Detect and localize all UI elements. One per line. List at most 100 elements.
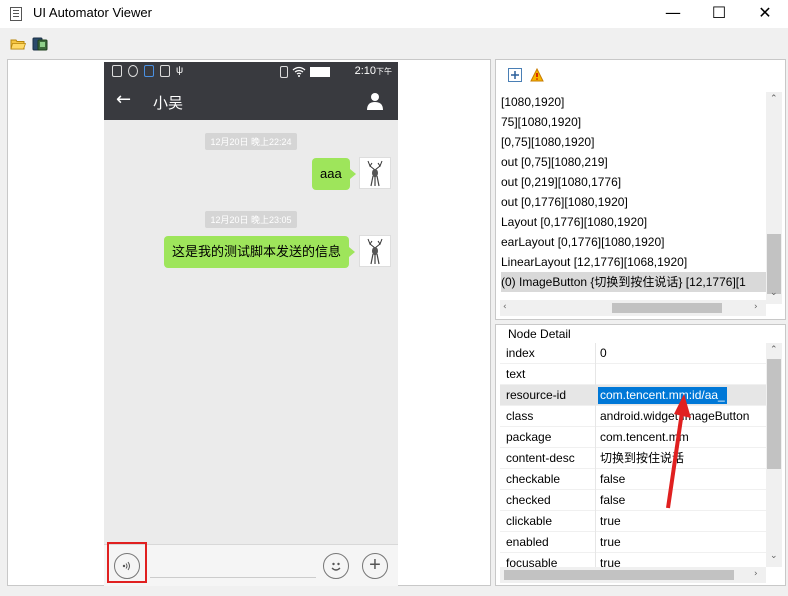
column-divider: [595, 427, 596, 448]
table-row-selected[interactable]: resource-id com.tencent.mm:id/aa_: [500, 385, 767, 406]
app-icon: [10, 7, 22, 21]
scrollbar-thumb[interactable]: [767, 359, 781, 469]
table-row[interactable]: package com.tencent.mm: [500, 427, 767, 448]
device-screenshot-icon[interactable]: [32, 37, 48, 51]
plus-button[interactable]: +: [362, 553, 388, 579]
property-name: checked: [506, 493, 551, 507]
app-notify-icon: [144, 65, 154, 77]
timestamp-label: 12月20日 晚上23:05: [205, 211, 297, 228]
tree-node-selected[interactable]: (0) ImageButton {切换到按住说话} [12,1776][1: [501, 272, 766, 292]
main-toolbar: [0, 33, 788, 55]
scrollbar-thumb[interactable]: [767, 234, 781, 294]
property-name: text: [506, 367, 526, 381]
scroll-right-icon[interactable]: ›: [754, 569, 758, 579]
table-row[interactable]: text: [500, 364, 767, 385]
chat-header: ← 小吴: [104, 82, 398, 120]
battery-icon: [310, 67, 330, 77]
message-timestamp: 12月20日 晚上22:24: [104, 133, 398, 150]
minimize-button[interactable]: —: [650, 0, 696, 28]
column-divider: [595, 406, 596, 427]
table-row[interactable]: index 0: [500, 343, 767, 364]
status-time-value: 2:10: [354, 65, 376, 77]
scroll-down-icon[interactable]: ⌄: [770, 551, 778, 561]
chat-input-bar: +: [104, 544, 398, 586]
scroll-right-icon[interactable]: ›: [754, 302, 758, 312]
hierarchy-panel: [1080,1920] 75][1080,1920] [0,75][1080,1…: [495, 59, 786, 320]
message-bubble[interactable]: 这是我的测试脚本发送的信息: [164, 236, 356, 268]
detail-horizontal-scrollbar[interactable]: ›: [500, 567, 766, 583]
message-input[interactable]: [150, 577, 316, 578]
property-name: index: [506, 346, 535, 360]
scroll-up-icon[interactable]: ⌃: [770, 345, 778, 355]
column-divider: [595, 385, 596, 406]
annotation-highlight-box: [107, 542, 147, 583]
maximize-button[interactable]: ☐: [696, 0, 742, 28]
avatar[interactable]: [359, 235, 391, 267]
column-divider: [595, 448, 596, 469]
detail-vertical-scrollbar[interactable]: ⌃ ⌄: [766, 343, 782, 567]
deer-avatar-icon: [367, 160, 383, 187]
notification-icon: [112, 65, 122, 77]
property-value[interactable]: true: [600, 511, 621, 532]
tree-node[interactable]: 75][1080,1920]: [501, 112, 581, 132]
tree-node[interactable]: [0,75][1080,1920]: [501, 132, 594, 152]
tree-node[interactable]: out [0,75][1080,219]: [501, 152, 608, 172]
expand-all-icon[interactable]: [508, 68, 522, 82]
scrollbar-thumb[interactable]: [612, 303, 722, 313]
property-name: package: [506, 430, 552, 444]
status-right-icons: [280, 66, 330, 78]
table-row[interactable]: clickable true: [500, 511, 767, 532]
annotation-arrow: [666, 394, 691, 509]
tree-node[interactable]: [1080,1920]: [501, 92, 564, 112]
scroll-down-icon[interactable]: ⌄: [770, 288, 778, 298]
person-icon[interactable]: [366, 92, 384, 110]
property-value[interactable]: true: [600, 532, 621, 553]
tree-horizontal-scrollbar[interactable]: ‹ ›: [500, 300, 766, 316]
property-value[interactable]: 0: [600, 343, 607, 364]
column-divider: [595, 511, 596, 532]
tree-node[interactable]: earLayout [0,1776][1080,1920]: [501, 232, 664, 252]
table-row[interactable]: class android.widget.ImageButton: [500, 406, 767, 427]
warning-icon[interactable]: [530, 68, 544, 82]
close-button[interactable]: ✕: [742, 0, 788, 28]
back-arrow-icon[interactable]: ←: [116, 89, 131, 110]
tree-node[interactable]: LinearLayout [12,1776][1068,1920]: [501, 252, 687, 272]
property-value[interactable]: false: [600, 469, 625, 490]
tree-vertical-scrollbar[interactable]: ⌃ ⌄: [766, 92, 782, 304]
scroll-up-icon[interactable]: ⌃: [770, 94, 778, 104]
property-name: content-desc: [506, 451, 575, 465]
hierarchy-tree[interactable]: [1080,1920] 75][1080,1920] [0,75][1080,1…: [500, 92, 766, 304]
message-bubble[interactable]: aaa: [312, 158, 356, 190]
emoji-button[interactable]: [323, 553, 349, 579]
deer-avatar-icon: [367, 238, 383, 265]
app-window: UI Automator Viewer — ☐ ✕ ψ 2:10下午 ← 小吴 …: [0, 0, 788, 596]
avatar[interactable]: [359, 157, 391, 189]
plus-icon: +: [369, 554, 381, 576]
folder-open-icon[interactable]: [10, 37, 26, 51]
table-row[interactable]: content-desc 切换到按住说话: [500, 448, 767, 469]
table-row[interactable]: checkable false: [500, 469, 767, 490]
tree-node[interactable]: out [0,219][1080,1776]: [501, 172, 621, 192]
property-value[interactable]: false: [600, 490, 625, 511]
chat-contact-name: 小吴: [153, 95, 184, 112]
table-row[interactable]: focusable true: [500, 553, 767, 567]
property-value[interactable]: true: [600, 553, 621, 567]
scrollbar-thumb[interactable]: [504, 570, 734, 580]
property-name: clickable: [506, 514, 553, 528]
table-row[interactable]: checked false: [500, 490, 767, 511]
property-name: checkable: [506, 472, 561, 486]
wifi-icon: [292, 66, 306, 77]
table-row[interactable]: enabled true: [500, 532, 767, 553]
status-time: 2:10下午: [355, 65, 392, 77]
column-divider: [595, 553, 596, 567]
tree-node[interactable]: Layout [0,1776][1080,1920]: [501, 212, 647, 232]
status-ampm: 下午: [376, 67, 392, 76]
device-screenshot[interactable]: ψ 2:10下午 ← 小吴 12月20日 晚上22:24 aaa 12月20日 …: [104, 62, 398, 586]
scroll-left-icon[interactable]: ‹: [503, 302, 507, 312]
window-title: UI Automator Viewer: [33, 5, 152, 20]
property-name: focusable: [506, 556, 558, 567]
column-divider: [595, 364, 596, 385]
tree-node[interactable]: out [0,1776][1080,1920]: [501, 192, 628, 212]
node-detail-table[interactable]: index 0 text resource-id com.tencent.mm:…: [500, 343, 767, 567]
property-name: enabled: [506, 535, 549, 549]
